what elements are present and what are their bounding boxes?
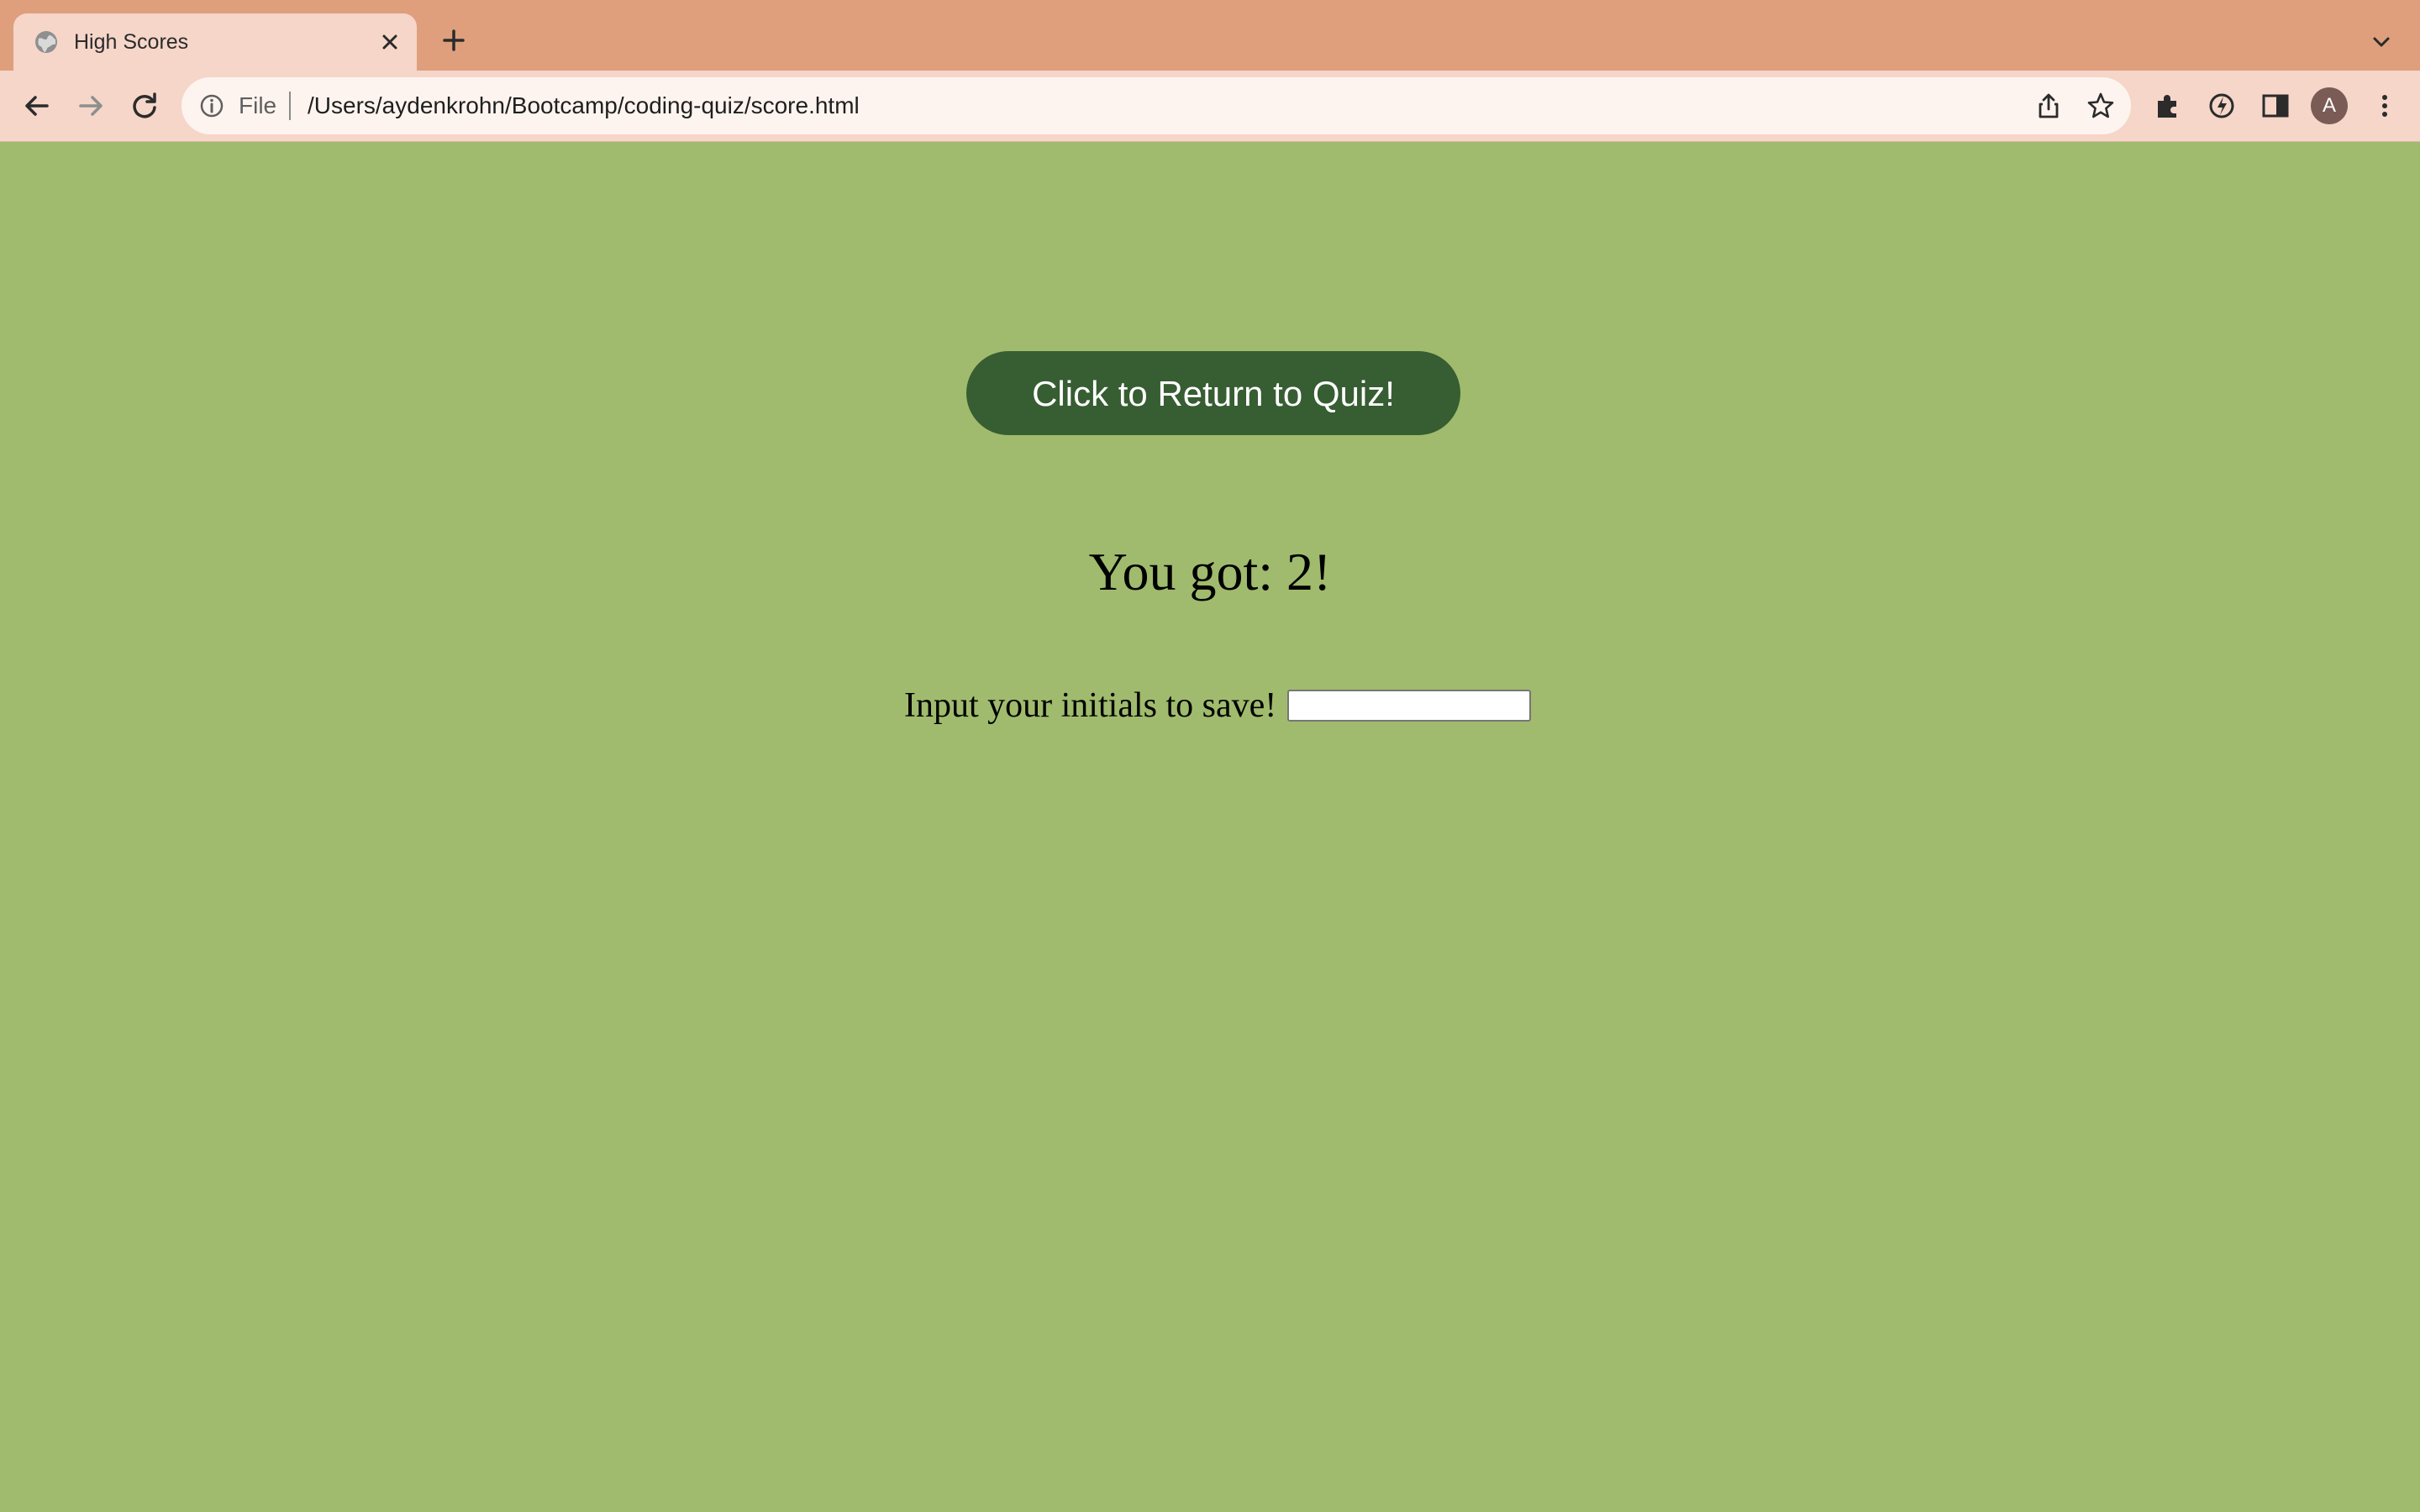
reload-icon[interactable] [126, 87, 163, 124]
browser-toolbar: File /Users/aydenkrohn/Bootcamp/coding-q… [0, 71, 2420, 142]
page-content: Click to Return to Quiz! You got: 2! Inp… [0, 142, 2420, 1512]
globe-icon [35, 31, 57, 53]
save-initials-row: Input your initials to save! [904, 682, 1531, 732]
more-menu-icon[interactable] [2368, 89, 2402, 123]
omnibox-divider [289, 92, 291, 120]
tab-strip: High Scores [0, 0, 2420, 71]
save-initials-label: Input your initials to save! [904, 686, 1277, 725]
return-to-quiz-button[interactable]: Click to Return to Quiz! [966, 351, 1460, 435]
side-panel-icon[interactable] [2259, 89, 2292, 123]
initials-input[interactable] [1286, 690, 1531, 722]
forward-arrow-icon[interactable] [72, 87, 109, 124]
star-icon[interactable] [2086, 91, 2116, 121]
extensions-icon[interactable] [2151, 89, 2185, 123]
url-text[interactable]: /Users/aydenkrohn/Bootcamp/coding-quiz/s… [308, 92, 860, 120]
browser-window: High Scores File /Users/aydenkrohn/Bootc… [0, 0, 2420, 1512]
score-heading: You got: 2! [1088, 542, 1332, 601]
share-icon[interactable] [2033, 91, 2064, 121]
plus-icon[interactable] [437, 24, 471, 57]
address-bar[interactable]: File /Users/aydenkrohn/Bootcamp/coding-q… [182, 77, 2131, 134]
active-tab[interactable]: High Scores [13, 13, 417, 71]
info-icon[interactable] [198, 92, 225, 119]
close-icon[interactable] [376, 29, 403, 55]
back-arrow-icon[interactable] [18, 87, 55, 124]
profile-avatar[interactable]: A [2311, 87, 2348, 124]
tab-title: High Scores [74, 30, 189, 54]
performance-icon[interactable] [2205, 89, 2238, 123]
scheme-label: File [239, 92, 277, 118]
chevron-down-icon[interactable] [2366, 27, 2396, 57]
